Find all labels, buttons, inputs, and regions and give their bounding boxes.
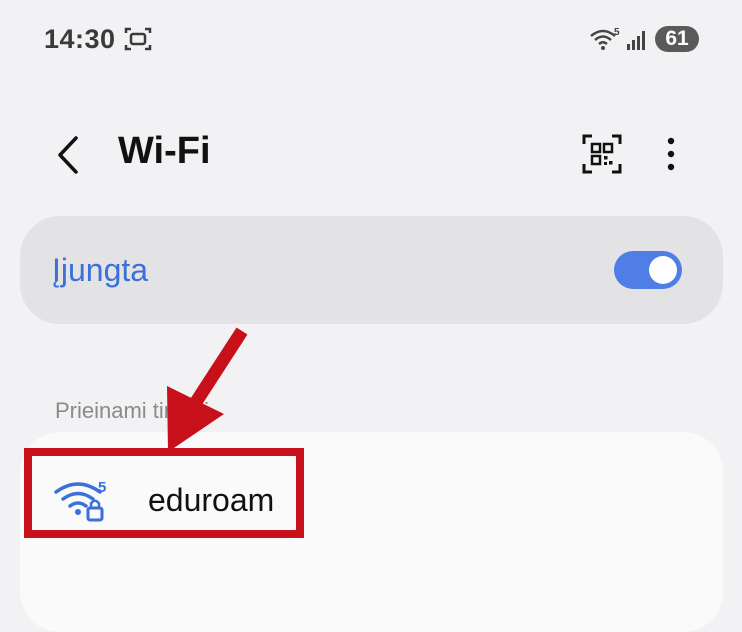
back-button[interactable]	[48, 130, 92, 180]
status-bar: 14:30 5 61	[0, 0, 742, 80]
wifi-icon: 5	[590, 27, 620, 50]
status-time: 14:30	[44, 24, 116, 54]
network-item-eduroam[interactable]: 5 eduroam	[20, 432, 723, 552]
page-title: Wi-Fi	[118, 130, 211, 172]
wifi-toggle-switch[interactable]	[614, 251, 682, 289]
network-band-label: 5	[98, 479, 106, 496]
wifi-toggle-row[interactable]: Įjungta	[20, 216, 723, 324]
battery-icon: 61	[655, 26, 699, 52]
network-list: 5 eduroam	[20, 432, 723, 632]
wifi-toggle-label: Įjungta	[52, 252, 149, 288]
back-arrow-icon	[58, 136, 78, 174]
more-vertical-icon	[667, 137, 675, 171]
toggle-knob	[649, 256, 677, 284]
qr-scan-button[interactable]	[580, 132, 624, 176]
signal-icon	[627, 31, 645, 50]
more-options-button[interactable]	[656, 132, 686, 176]
available-networks-header: Prieinami tinklai	[55, 398, 210, 423]
screen-recorder-icon	[124, 27, 152, 51]
qr-code-icon	[582, 134, 622, 174]
network-name: eduroam	[148, 482, 275, 518]
wifi-band-label: 5	[614, 27, 620, 38]
wifi-lock-icon: 5	[54, 479, 106, 522]
